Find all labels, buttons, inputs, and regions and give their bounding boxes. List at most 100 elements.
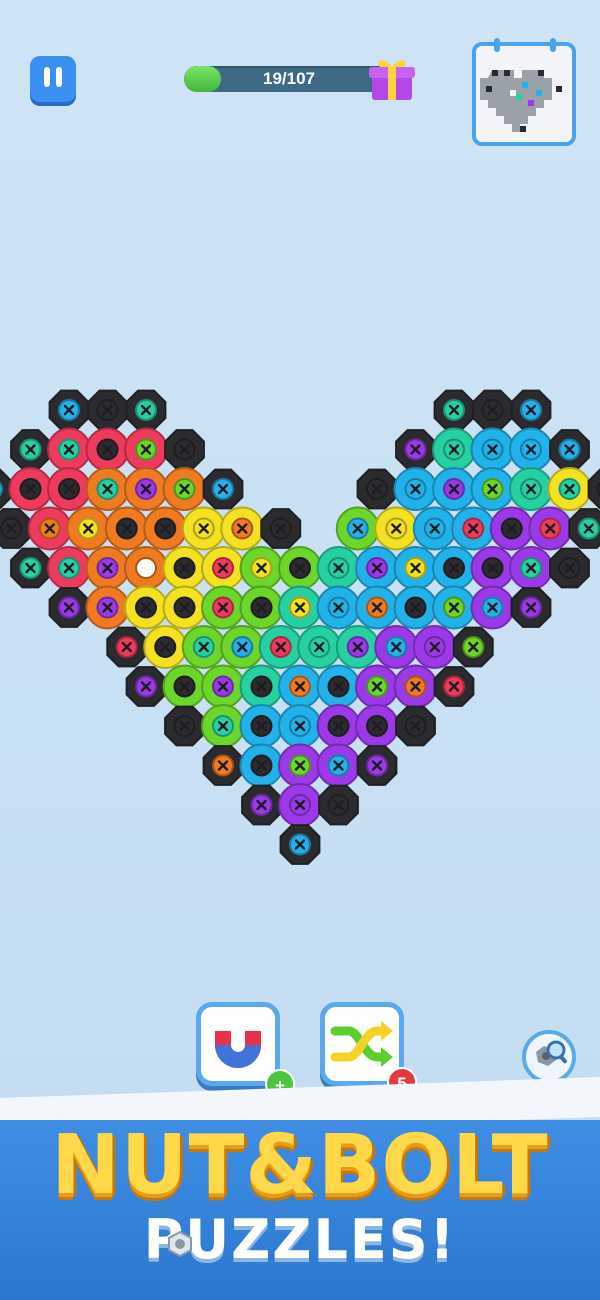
nut-bolt[interactable] (66, 506, 111, 551)
nut-bolt[interactable] (355, 546, 399, 590)
nut-bolt[interactable] (48, 587, 90, 628)
nut-bolt[interactable] (201, 585, 245, 630)
nut-bolt[interactable] (509, 546, 553, 590)
nut-bolt[interactable] (433, 389, 475, 431)
nut-bolt[interactable] (355, 664, 399, 709)
nut-bolt[interactable] (412, 506, 457, 551)
nut-bolt[interactable] (220, 506, 265, 551)
nut-bolt[interactable] (201, 546, 245, 590)
nut-bolt[interactable] (27, 506, 72, 551)
nut-bolt[interactable] (85, 546, 130, 590)
nut-bolt[interactable] (433, 666, 475, 707)
nut-bolt[interactable] (470, 467, 515, 511)
nut-bolt[interactable] (278, 664, 322, 709)
nut-bolt[interactable] (549, 429, 590, 470)
nut-bolt[interactable] (278, 704, 322, 748)
nut-bolt[interactable] (202, 745, 244, 786)
nut-bolt[interactable] (162, 467, 207, 511)
nut-bolt[interactable] (278, 585, 322, 630)
nut-bolt[interactable] (125, 666, 167, 707)
nut-bolt[interactable] (316, 704, 361, 748)
nut-bolt[interactable] (239, 704, 284, 748)
nut-bolt[interactable] (47, 427, 91, 472)
zoom-button[interactable] (522, 1030, 576, 1084)
nut-bolt[interactable] (164, 705, 205, 747)
nut-bolt[interactable] (260, 508, 302, 549)
nut-bolt[interactable] (47, 467, 91, 511)
nut-bolt[interactable] (278, 743, 322, 788)
nut-bolt[interactable] (241, 784, 282, 826)
nut-bolt[interactable] (201, 704, 245, 748)
nut-bolt[interactable] (10, 547, 51, 589)
nut-bolt[interactable] (489, 506, 534, 551)
nut-bolt[interactable] (355, 704, 399, 748)
nut-bolt[interactable] (587, 468, 600, 510)
nut-bolt[interactable] (48, 389, 90, 431)
nut-bolt[interactable] (356, 745, 398, 786)
nut-bolt[interactable] (143, 506, 188, 551)
nut-bolt[interactable] (509, 467, 553, 511)
nut-bolt[interactable] (335, 625, 380, 669)
nut-bolt[interactable] (355, 585, 399, 630)
nut-bolt[interactable] (374, 625, 419, 669)
nut-bolt[interactable] (85, 467, 130, 511)
nut-bolt[interactable] (568, 508, 600, 549)
nut-bolt[interactable] (452, 626, 494, 668)
nut-bolt[interactable] (393, 585, 438, 630)
nut-bolt[interactable] (279, 824, 321, 865)
magnet-booster-button[interactable]: + (196, 1002, 295, 1099)
nut-bolt[interactable] (239, 546, 284, 590)
target-picture-card[interactable] (472, 38, 576, 146)
gift-box-icon[interactable] (366, 52, 418, 104)
nut-bolt[interactable] (432, 467, 476, 511)
nut-bolt[interactable] (181, 625, 226, 669)
nut-bolt[interactable] (509, 427, 553, 472)
nut-bolt[interactable] (528, 506, 573, 551)
nut-bolt[interactable] (201, 664, 245, 709)
nut-bolt[interactable] (162, 585, 207, 630)
nut-bolt[interactable] (472, 389, 513, 431)
nut-bolt[interactable] (162, 546, 207, 590)
nut-bolt[interactable] (278, 546, 322, 590)
nut-bolt[interactable] (106, 626, 148, 668)
nut-bolt[interactable] (0, 508, 32, 549)
nut-bolt[interactable] (510, 389, 552, 431)
nut-bolt[interactable] (374, 506, 419, 551)
nut-bolt[interactable] (470, 585, 515, 630)
nut-bolt[interactable] (10, 429, 51, 470)
nut-bolt[interactable] (143, 625, 188, 669)
shuffle-booster-button[interactable]: 5 (320, 1002, 417, 1097)
nut-bolt[interactable] (239, 585, 284, 630)
nut-bolt[interactable] (104, 506, 149, 551)
nut-bolt[interactable] (451, 506, 496, 551)
nut-bolt[interactable] (316, 546, 361, 590)
nut-bolt[interactable] (432, 585, 476, 630)
nut-bolt[interactable] (395, 705, 436, 747)
nut-bolt[interactable] (393, 664, 438, 709)
nut-bolt[interactable] (162, 664, 207, 709)
nut-bolt[interactable] (549, 547, 590, 589)
nut-bolt[interactable] (547, 467, 592, 511)
nut-bolt[interactable] (239, 664, 284, 709)
nut-bolt[interactable] (164, 429, 205, 470)
nut-bolt[interactable] (412, 625, 457, 669)
nut-bolt[interactable] (87, 389, 128, 431)
nut-bolt[interactable] (393, 546, 438, 590)
nut-bolt[interactable] (85, 427, 130, 472)
nut-bolt[interactable] (202, 468, 244, 510)
nut-bolt[interactable] (8, 467, 53, 511)
nut-bolt[interactable] (181, 506, 226, 551)
nut-bolt[interactable] (432, 427, 476, 472)
nut-bolt[interactable] (124, 467, 168, 511)
nut-bolt[interactable] (258, 625, 303, 669)
nut-bolt[interactable] (316, 664, 361, 709)
nut-bolt[interactable] (220, 625, 265, 669)
pause-button[interactable] (30, 56, 76, 102)
nut-bolt[interactable] (47, 546, 91, 590)
nut-bolt[interactable] (395, 429, 436, 470)
nut-bolt[interactable] (316, 743, 361, 788)
nut-bolt[interactable] (239, 743, 284, 788)
nut-bolt[interactable] (470, 427, 515, 472)
nut-bolt[interactable] (335, 506, 380, 551)
nut-bolt[interactable] (510, 587, 552, 628)
